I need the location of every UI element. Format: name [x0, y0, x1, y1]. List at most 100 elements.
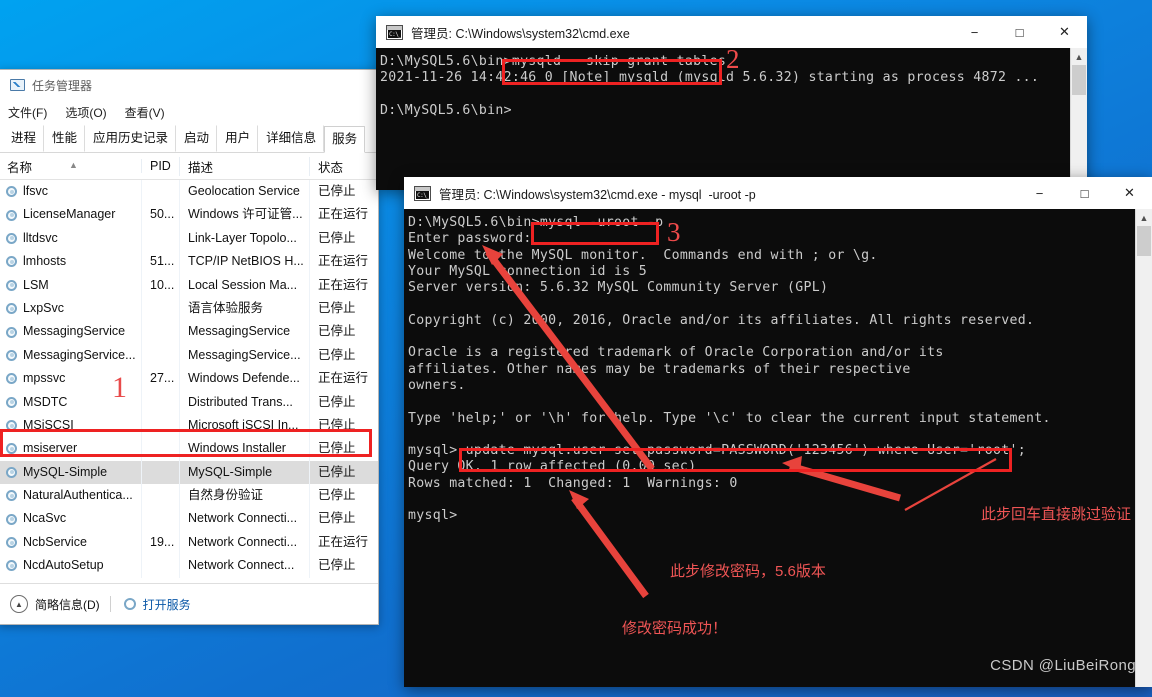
service-row[interactable]: MSiSCSI Microsoft iSCSI In... 已停止: [0, 413, 378, 438]
gear-icon: [5, 559, 18, 572]
service-pid-cell: 50...: [141, 203, 179, 227]
service-row[interactable]: LxpSvc 语言体验服务 已停止: [0, 296, 378, 321]
fewer-details-button[interactable]: 简略信息(D): [35, 596, 100, 613]
tab-app-history[interactable]: 应用历史记录: [85, 125, 177, 152]
scrollbar-thumb[interactable]: [1137, 226, 1151, 256]
service-status-cell: 已停止: [309, 437, 375, 461]
console-line: D:\MySQL5.6\bin>mysql -uroot -p: [408, 215, 664, 230]
tab-processes[interactable]: 进程: [3, 125, 45, 152]
tab-services[interactable]: 服务: [324, 126, 366, 153]
cmd-window-mysqld[interactable]: C:\_ 管理员: C:\Windows\system32\cmd.exe − …: [376, 16, 1087, 190]
column-header-pid[interactable]: PID: [141, 159, 179, 173]
cmd1-scrollbar[interactable]: ▲: [1070, 48, 1087, 190]
tab-performance[interactable]: 性能: [44, 125, 86, 152]
service-name-cell: MSiSCSI: [0, 414, 141, 437]
service-status-cell: 已停止: [309, 460, 375, 485]
service-row[interactable]: MySQL-Simple MySQL-Simple 已停止: [0, 460, 378, 485]
sort-ascending-icon: ▲: [69, 159, 78, 170]
cmd2-console-output[interactable]: D:\MySQL5.6\bin>mysql -uroot -p Enter pas…: [404, 209, 1134, 687]
service-row[interactable]: NcaSvc Network Connecti... 已停止: [0, 507, 378, 531]
annotation-change-password: 此步修改密码，5.6版本: [670, 563, 826, 580]
gear-icon: [5, 326, 18, 339]
service-row[interactable]: MessagingService... MessagingService... 已停…: [0, 343, 378, 368]
menu-file[interactable]: 文件(F): [8, 104, 47, 121]
tab-startup[interactable]: 启动: [176, 125, 218, 152]
service-row[interactable]: lltdsvc Link-Layer Topolo... 已停止: [0, 226, 378, 251]
step-number-1: 1: [112, 371, 127, 404]
service-pid-cell: [141, 296, 179, 321]
minimize-button[interactable]: −: [952, 16, 997, 48]
gear-icon: [5, 255, 18, 268]
service-pid-cell: [141, 320, 179, 344]
scroll-up-icon[interactable]: ▲: [1071, 48, 1087, 65]
service-row[interactable]: NcbService 19... Network Connecti... 正在运行: [0, 530, 378, 555]
service-row[interactable]: LSM 10... Local Session Ma... 正在运行: [0, 273, 378, 297]
service-row[interactable]: mpssvc 27... Windows Defende... 正在运行: [0, 367, 378, 391]
step-number-3: 3: [667, 217, 681, 247]
gear-icon: [5, 489, 18, 502]
service-description-cell: Network Connecti...: [179, 507, 309, 531]
cmd2-scrollbar[interactable]: ▲: [1135, 209, 1152, 687]
service-name-label: LxpSvc: [23, 300, 64, 315]
service-row[interactable]: LicenseManager 50... Windows 许可证管... 正在运行: [0, 203, 378, 227]
service-name-cell: MessagingService: [0, 320, 141, 343]
annotation-skip-verify: 此步回车直接跳过验证: [981, 506, 1132, 523]
footer-divider: [109, 596, 111, 612]
gear-icon: [5, 513, 18, 526]
task-manager-window[interactable]: 任务管理器 文件(F) 选项(O) 查看(V) 进程 性能 应用历史记录 启动 …: [0, 69, 379, 625]
task-manager-footer[interactable]: ▲ 简略信息(D) 打开服务: [0, 583, 378, 624]
open-services-link[interactable]: 打开服务: [143, 596, 191, 613]
service-pid-cell: 27...: [141, 367, 179, 391]
service-description-cell: Geolocation Service: [179, 180, 309, 204]
services-list[interactable]: lfsvc Geolocation Service 已停止 LicenseManage…: [0, 180, 378, 578]
cmd1-window-controls[interactable]: − □ ✕: [952, 16, 1087, 48]
column-header-name[interactable]: 名称 ▲: [0, 157, 141, 176]
service-row[interactable]: lfsvc Geolocation Service 已停止: [0, 180, 378, 204]
console-line: Type 'help;' or '\h' for help. Type '\c'…: [408, 410, 1051, 426]
gear-icon: [5, 302, 18, 315]
console-line: owners.: [408, 377, 466, 393]
cmd2-window-controls[interactable]: − □ ✕: [1017, 177, 1152, 209]
service-name-label: NcbService: [23, 534, 87, 549]
tab-details[interactable]: 详细信息: [258, 125, 325, 152]
service-row[interactable]: NcdAutoSetup Network Connect... 已停止: [0, 554, 378, 578]
service-row[interactable]: MSDTC Distributed Trans... 已停止: [0, 390, 378, 414]
service-name-label: MySQL-Simple: [23, 464, 108, 479]
service-name-cell: lfsvc: [0, 180, 141, 203]
service-name-cell: NaturalAuthentica...: [0, 484, 141, 507]
maximize-button[interactable]: □: [997, 16, 1042, 48]
service-row[interactable]: msiserver Windows Installer 已停止: [0, 437, 378, 461]
service-status-cell: 正在运行: [309, 273, 375, 297]
maximize-button[interactable]: □: [1062, 177, 1107, 209]
minimize-button[interactable]: −: [1017, 177, 1062, 209]
cmd2-titlebar[interactable]: C:\_ 管理员: C:\Windows\system32\cmd.exe - …: [404, 177, 1152, 209]
task-manager-menubar[interactable]: 文件(F) 选项(O) 查看(V): [0, 100, 378, 125]
services-column-headers[interactable]: 名称 ▲ PID 描述 状态: [0, 153, 378, 180]
console-line: Oracle is a registered trademark of Orac…: [408, 345, 944, 361]
service-status-cell: 正在运行: [309, 250, 375, 274]
service-row[interactable]: NaturalAuthentica... 自然身份验证 已停止: [0, 484, 378, 508]
scrollbar-thumb[interactable]: [1072, 65, 1086, 95]
chevron-up-icon[interactable]: ▲: [10, 595, 28, 613]
service-name-label: NcdAutoSetup: [23, 558, 104, 573]
console-line: Enter password:: [408, 231, 532, 247]
gear-icon: [5, 209, 18, 222]
cmd-window-mysql-client[interactable]: C:\_ 管理员: C:\Windows\system32\cmd.exe - …: [404, 177, 1152, 687]
service-name-label: NaturalAuthentica...: [23, 488, 133, 503]
tab-users[interactable]: 用户: [217, 125, 259, 152]
service-row[interactable]: MessagingService MessagingService 已停止: [0, 320, 378, 344]
service-row[interactable]: lmhosts 51... TCP/IP NetBIOS H... 正在运行: [0, 250, 378, 274]
column-header-status[interactable]: 状态: [309, 156, 375, 176]
menu-view[interactable]: 查看(V): [125, 104, 165, 121]
cmd1-console-output[interactable]: D:\MySQL5.6\bin>mysqld --skip-grant-tabl…: [376, 48, 1070, 190]
column-header-description[interactable]: 描述: [179, 156, 309, 176]
task-manager-tabs[interactable]: 进程 性能 应用历史记录 启动 用户 详细信息 服务: [0, 125, 378, 153]
close-button[interactable]: ✕: [1107, 177, 1152, 209]
service-name-cell: lltdsvc: [0, 227, 141, 250]
console-line: Server version: 5.6.32 MySQL Community S…: [408, 280, 829, 296]
close-button[interactable]: ✕: [1042, 16, 1087, 48]
service-pid-cell: 19...: [141, 530, 179, 555]
menu-options[interactable]: 选项(O): [65, 104, 106, 121]
scroll-up-icon[interactable]: ▲: [1136, 209, 1152, 226]
